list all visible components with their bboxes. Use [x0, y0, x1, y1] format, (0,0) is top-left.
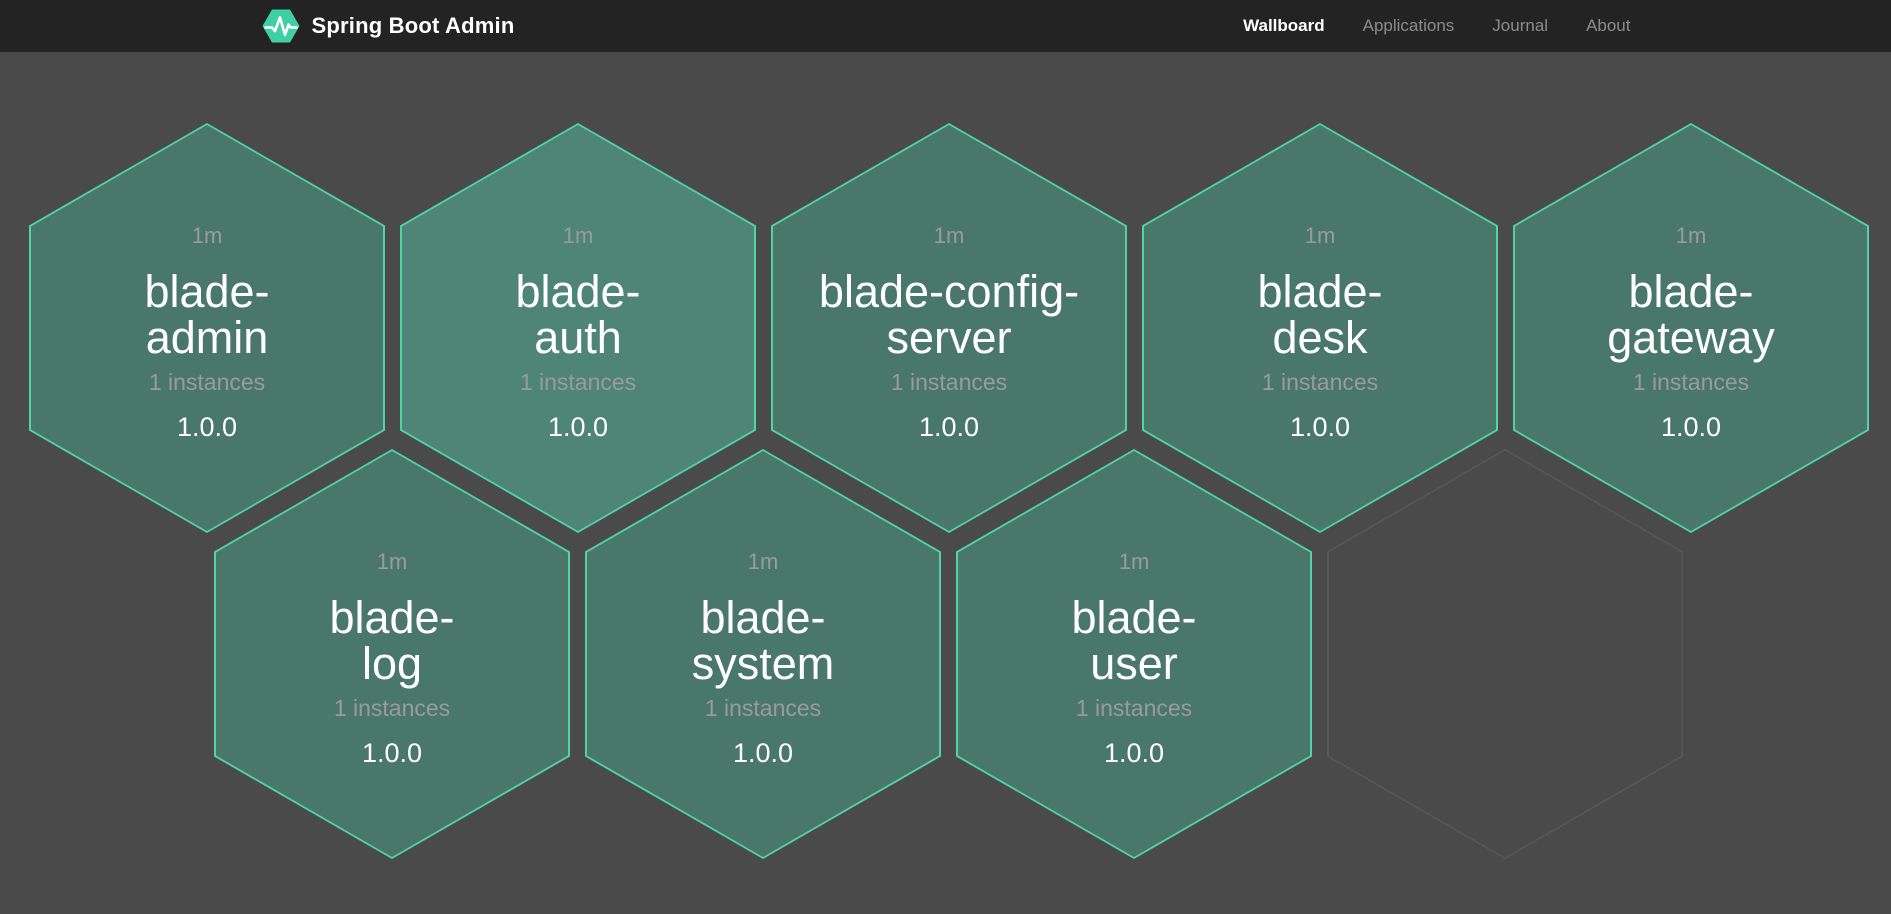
- app-version: 1.0.0: [1104, 738, 1164, 769]
- app-version: 1.0.0: [362, 738, 422, 769]
- app-instances: 1 instances: [891, 369, 1007, 396]
- app-uptime: 1m: [1305, 223, 1336, 249]
- app-version: 1.0.0: [1290, 412, 1350, 443]
- app-version: 1.0.0: [548, 412, 608, 443]
- app-version: 1.0.0: [1661, 412, 1721, 443]
- nav-item-about[interactable]: About: [1586, 16, 1630, 36]
- app-hexagon-blade-user[interactable]: 1m blade- user 1 instances 1.0.0: [956, 449, 1312, 859]
- app-name: blade- desk: [1257, 269, 1382, 361]
- app-hexagon-blade-system[interactable]: 1m blade- system 1 instances 1.0.0: [585, 449, 941, 859]
- app-uptime: 1m: [563, 223, 594, 249]
- app-instances: 1 instances: [1633, 369, 1749, 396]
- app-uptime: 1m: [934, 223, 965, 249]
- app-instances: 1 instances: [1076, 695, 1192, 722]
- app-uptime: 1m: [1676, 223, 1707, 249]
- app-uptime: 1m: [192, 223, 223, 249]
- app-title: Spring Boot Admin: [312, 13, 515, 39]
- app-hexagon-blade-log[interactable]: 1m blade- log 1 instances 1.0.0: [214, 449, 570, 859]
- wallboard-hex-grid: 1m blade- admin 1 instances 1.0.0 1m bla…: [0, 52, 1891, 914]
- app-name: blade- gateway: [1607, 269, 1775, 361]
- app-name: blade- system: [692, 595, 835, 687]
- app-name: blade- user: [1071, 595, 1196, 687]
- brand-link[interactable]: Spring Boot Admin: [261, 8, 515, 44]
- app-uptime: 1m: [748, 549, 779, 575]
- top-navbar: Spring Boot Admin Wallboard Applications…: [0, 0, 1891, 52]
- app-name: blade- auth: [515, 269, 640, 361]
- app-instances: 1 instances: [705, 695, 821, 722]
- app-version: 1.0.0: [177, 412, 237, 443]
- app-name: blade- log: [329, 595, 454, 687]
- app-version: 1.0.0: [919, 412, 979, 443]
- app-version: 1.0.0: [733, 738, 793, 769]
- main-nav: Wallboard Applications Journal About: [1243, 16, 1630, 36]
- empty-hexagon-placeholder: [1327, 449, 1683, 859]
- nav-item-journal[interactable]: Journal: [1492, 16, 1548, 36]
- app-instances: 1 instances: [149, 369, 265, 396]
- app-instances: 1 instances: [1262, 369, 1378, 396]
- app-uptime: 1m: [377, 549, 408, 575]
- app-instances: 1 instances: [520, 369, 636, 396]
- app-instances: 1 instances: [334, 695, 450, 722]
- hexagon-outline-shape: [1327, 449, 1683, 859]
- app-name: blade- admin: [144, 269, 269, 361]
- app-uptime: 1m: [1119, 549, 1150, 575]
- nav-item-applications[interactable]: Applications: [1363, 16, 1455, 36]
- pulse-hexagon-logo-icon: [261, 8, 301, 44]
- nav-item-wallboard[interactable]: Wallboard: [1243, 16, 1325, 36]
- navbar-container: Spring Boot Admin Wallboard Applications…: [261, 0, 1631, 52]
- app-name: blade-config- server: [819, 269, 1079, 361]
